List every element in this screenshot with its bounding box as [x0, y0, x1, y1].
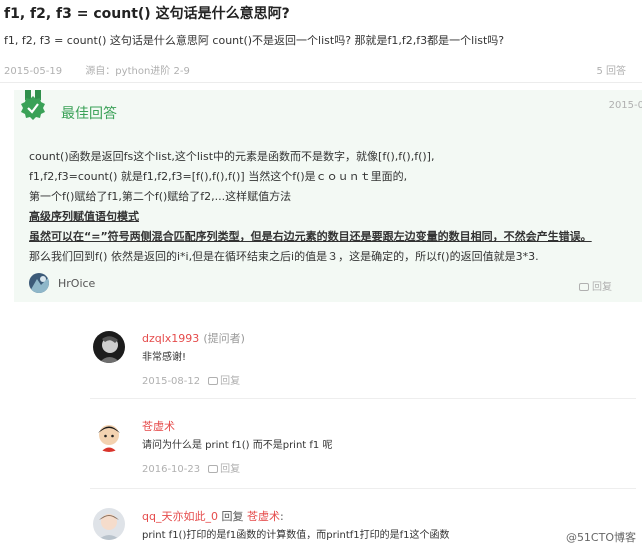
answer-username[interactable]: HrOice: [58, 277, 95, 290]
question-date: 2015-05-19: [4, 66, 63, 77]
reply-icon: [208, 465, 219, 473]
best-answer-date: 2015-0: [608, 100, 642, 111]
watermark: @51CTO博客: [565, 531, 636, 544]
answer-heading: 高级序列赋值语句模式: [29, 210, 139, 223]
reply-icon: [579, 283, 589, 291]
question-title: f1, f2, f3 = count() 这句话是什么意思阿?: [4, 6, 290, 22]
avatar-dzqlx1993[interactable]: [93, 331, 125, 363]
comment-username[interactable]: dzqlx1993 (提问者): [142, 330, 245, 346]
question-description: f1, f2, f3 = count() 这句话是什么意思阿 count()不是…: [4, 34, 505, 47]
comment-text: print f1()打印的是f1函数的计算数值，而printf1打印的是f1这个…: [142, 530, 450, 541]
comment-reply-button[interactable]: 回复: [208, 464, 240, 475]
avatar-cangxushu[interactable]: [93, 420, 125, 452]
comment-meta: 2016-10-23 回复: [142, 460, 240, 475]
comment-username[interactable]: 苍虚术: [142, 418, 175, 434]
reply-label: 回复: [592, 282, 612, 293]
reply-colon: :: [279, 510, 284, 523]
answer-count: 5 回答: [596, 66, 626, 77]
best-answer-badge-icon: [21, 90, 45, 120]
question-meta: 2015-05-19 源自：python进阶 2-9: [4, 62, 190, 77]
best-answer-card: 最佳回答 2015-0 count()函数是返回fs这个list,这个list中…: [14, 90, 642, 302]
comment-meta: 2015-08-12 回复: [142, 372, 240, 387]
comment-date: 2015-08-12: [142, 376, 201, 387]
comment-reply-button[interactable]: 回复: [208, 376, 240, 387]
answer-emphasis-line: 虽然可以在“=”符号两侧混合匹配序列类型，但是右边元素的数目还是要跟左边变量的数…: [29, 230, 592, 243]
reply-to-user[interactable]: 苍虚术: [247, 510, 280, 523]
comment-text: 非常感谢!: [142, 352, 187, 363]
reply-word: 回复: [221, 510, 244, 523]
comment-user-name[interactable]: qq_天亦如此_0: [142, 510, 218, 523]
comment-username: qq_天亦如此_0 回复 苍虚术:: [142, 508, 284, 524]
answer-line: f1,f2,f3=count() 就是f1,f2,f3=[f(),f(),f()…: [29, 170, 408, 183]
header-divider: [0, 82, 642, 83]
comment-user-name[interactable]: dzqlx1993: [142, 332, 199, 345]
asker-tag: (提问者): [203, 332, 245, 345]
avatar-hroice[interactable]: [29, 273, 49, 293]
comment-date: 2016-10-23: [142, 464, 201, 475]
comment-text: 请问为什么是 print f1() 而不是print f1 呢: [142, 440, 333, 451]
answer-line: 第一个f()赋给了f1,第二个f()赋给了f2,...这样赋值方法: [29, 190, 292, 203]
best-answer-label: 最佳回答: [61, 106, 117, 122]
reply-icon: [208, 377, 219, 385]
answer-line: 那么我们回到f() 依然是返回的i*i,但是在循环结束之后i的值是３，这是确定的…: [29, 250, 539, 263]
avatar-qq-tianyiruci[interactable]: [93, 508, 125, 540]
comment-divider: [90, 398, 636, 399]
answer-line: count()函数是返回fs这个list,这个list中的元素是函数而不是数字，…: [29, 150, 435, 163]
question-source-link[interactable]: 源自：python进阶 2-9: [85, 66, 190, 77]
comment-divider: [90, 488, 636, 489]
answer-reply-button[interactable]: 回复: [579, 278, 612, 293]
